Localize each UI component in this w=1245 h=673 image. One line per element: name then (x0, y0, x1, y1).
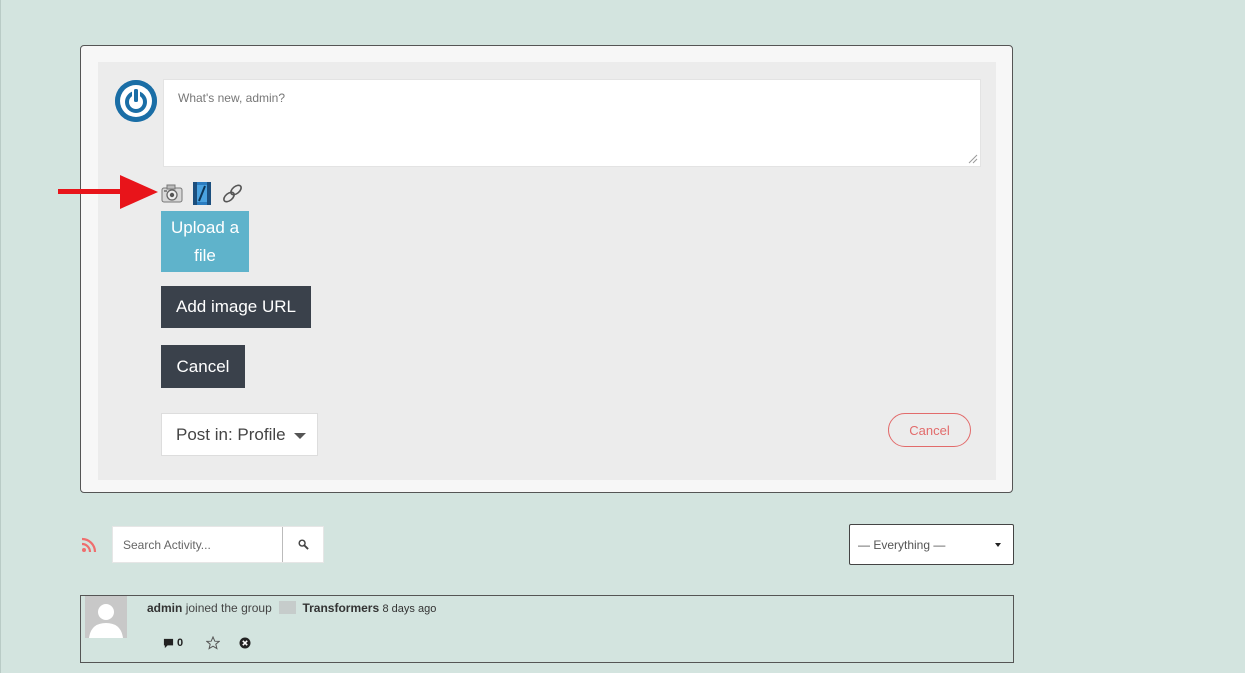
add-image-url-label: Add image URL (175, 297, 296, 316)
post-in-value: Post in: Profile (176, 424, 286, 444)
default-avatar-icon (85, 596, 127, 638)
activity-group-link[interactable]: Transformers (302, 601, 379, 615)
cancel-media-label: Cancel (176, 356, 230, 376)
user-avatar[interactable] (115, 80, 157, 122)
media-icons (160, 179, 244, 207)
chevron-down-icon (294, 433, 306, 439)
upload-file-button[interactable]: Upload a file (161, 211, 249, 272)
activity-action: joined the group (185, 601, 272, 615)
favorite-button[interactable] (206, 636, 221, 650)
chevron-down-icon (995, 543, 1001, 547)
resize-grip-icon[interactable] (968, 154, 978, 164)
activity-text: admin joined the group Transformers 8 da… (147, 601, 436, 615)
rss-icon[interactable] (81, 537, 97, 553)
search-icon (298, 539, 309, 550)
link-icon[interactable] (220, 181, 244, 205)
activity-filter-value: — Everything — (858, 537, 946, 552)
power-icon (115, 80, 157, 122)
comment-count: 0 (177, 637, 184, 649)
activity-time[interactable]: 8 days ago (383, 603, 437, 615)
search-activity-form (112, 526, 324, 563)
whats-new-textarea[interactable]: What's new, admin? (163, 79, 981, 167)
activity-item: admin joined the group Transformers 8 da… (80, 595, 1014, 663)
delete-button[interactable] (239, 637, 251, 649)
upload-file-label: Upload a file (170, 217, 240, 265)
activity-actions: 0 (163, 636, 251, 650)
avatar[interactable] (85, 596, 127, 638)
group-avatar[interactable] (279, 601, 297, 614)
cancel-post-label: Cancel (909, 422, 950, 438)
activity-filter-select[interactable]: — Everything — (849, 524, 1014, 565)
film-icon[interactable] (190, 181, 214, 205)
search-activity-input[interactable] (113, 527, 283, 562)
post-form: What's new, admin? Upload a file Add ima… (98, 62, 996, 480)
star-icon (206, 636, 221, 650)
red-arrow-icon (58, 175, 158, 209)
activity-user-link[interactable]: admin (147, 601, 182, 615)
cancel-post-button[interactable]: Cancel (888, 413, 971, 447)
page-edge (0, 0, 1, 673)
cancel-media-button[interactable]: Cancel (161, 345, 245, 388)
post-in-select[interactable]: Post in: Profile (161, 413, 318, 456)
comment-button[interactable]: 0 (163, 637, 183, 649)
post-form-card: What's new, admin? Upload a file Add ima… (80, 45, 1013, 493)
close-circle-icon (239, 637, 251, 649)
comment-icon (163, 638, 174, 648)
search-button[interactable] (282, 527, 324, 562)
whats-new-placeholder: What's new, admin? (178, 91, 286, 105)
camera-icon[interactable] (160, 181, 184, 205)
add-image-url-button[interactable]: Add image URL (161, 286, 311, 328)
